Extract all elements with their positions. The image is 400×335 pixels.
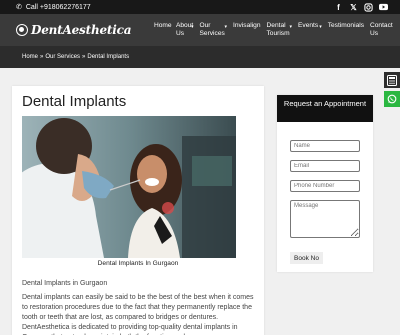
breadcrumb-separator: » xyxy=(40,54,44,60)
phone-link[interactable]: ✆ Call +918062276177 xyxy=(16,3,91,12)
intro-paragraph: Dental implants can easily be said to be… xyxy=(22,294,254,335)
dental-implant-photo xyxy=(22,116,236,258)
breadcrumb: Home » Our Services » Dental Implants xyxy=(0,46,400,68)
phone-number: Call +918062276177 xyxy=(25,3,91,11)
nav-home[interactable]: Home xyxy=(153,22,172,38)
breadcrumb-current: Dental Implants xyxy=(87,54,130,60)
site-header: DentAesthetica Home About Us ▾ Our Servic… xyxy=(0,14,400,46)
nav-tourism-label: Dental Tourism xyxy=(266,22,290,37)
logo-mark-icon xyxy=(16,24,28,36)
calculator-icon[interactable] xyxy=(384,72,400,88)
top-bar: ✆ Call +918062276177 f 𝕏 xyxy=(0,0,400,14)
nav-testimonials-label: Testimonials xyxy=(327,22,364,29)
nav-testimonials[interactable]: Testimonials xyxy=(328,22,364,38)
chevron-down-icon: ▾ xyxy=(224,24,228,30)
floating-contact-icons xyxy=(384,72,400,107)
site-logo[interactable]: DentAesthetica xyxy=(16,23,138,37)
name-input[interactable] xyxy=(290,140,360,152)
book-now-button[interactable]: Book No xyxy=(290,252,323,264)
phone-input[interactable] xyxy=(290,180,360,192)
main-nav: Home About Us ▾ Our Services ▾ Invisalign … xyxy=(153,22,393,38)
nav-contact-label: Contact Us xyxy=(370,22,393,37)
appointment-form: Request an Appointment Book No xyxy=(277,95,373,272)
chevron-down-icon: ▾ xyxy=(319,24,322,30)
nav-home-label: Home xyxy=(153,22,172,29)
nav-about-label: About Us xyxy=(175,22,194,37)
nav-contact-us[interactable]: Contact Us xyxy=(370,22,393,38)
phone-icon: ✆ xyxy=(16,4,22,11)
nav-services-label: Our Services xyxy=(199,22,225,37)
breadcrumb-services[interactable]: Our Services xyxy=(45,54,80,60)
nav-our-services[interactable]: Our Services ▾ xyxy=(200,22,228,38)
nav-invisalign-label: Invisalign xyxy=(233,22,261,29)
chevron-down-icon: ▾ xyxy=(289,24,293,30)
breadcrumb-home[interactable]: Home xyxy=(22,54,38,60)
form-fields: Book No xyxy=(277,135,373,264)
nav-events-label: Events xyxy=(298,22,319,29)
nav-events[interactable]: Events ▾ xyxy=(298,22,322,38)
page-title: Dental Implants xyxy=(22,93,127,110)
facebook-icon[interactable]: f xyxy=(334,3,343,12)
message-input[interactable] xyxy=(290,200,360,238)
whatsapp-icon[interactable] xyxy=(384,91,400,107)
social-links: f 𝕏 xyxy=(334,3,388,12)
instagram-icon[interactable] xyxy=(364,2,373,12)
x-icon[interactable]: 𝕏 xyxy=(349,3,358,12)
nav-invisalign[interactable]: Invisalign xyxy=(233,22,261,38)
logo-text: DentAesthetica xyxy=(31,23,132,37)
nav-about-us[interactable]: About Us ▾ xyxy=(176,22,194,38)
youtube-icon[interactable] xyxy=(379,3,388,12)
chevron-down-icon: ▾ xyxy=(190,24,194,30)
photo-caption: Dental Implants In Gurgaon xyxy=(97,260,179,267)
email-input[interactable] xyxy=(290,160,360,172)
breadcrumb-separator: » xyxy=(82,54,86,60)
nav-dental-tourism[interactable]: Dental Tourism ▾ xyxy=(267,22,293,38)
section-subheading: Dental Implants in Gurgaon xyxy=(22,280,108,287)
form-title: Request an Appointment xyxy=(277,95,373,122)
main-content-card: Dental Implants Dental Implants In Gurga… xyxy=(12,86,264,335)
